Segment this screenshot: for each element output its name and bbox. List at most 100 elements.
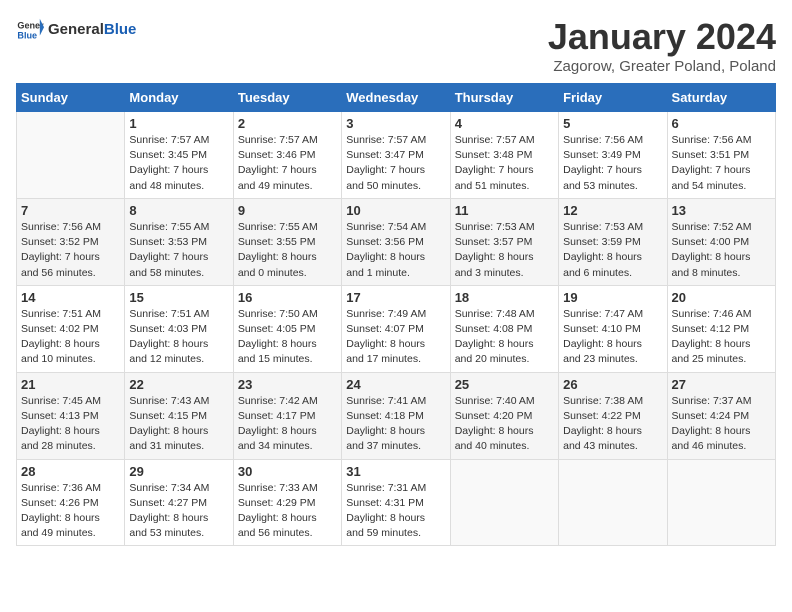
calendar-cell: 10 Sunrise: 7:54 AM Sunset: 3:56 PM Dayli… xyxy=(342,198,450,285)
day-info: Sunrise: 7:50 AM Sunset: 4:05 PM Dayligh… xyxy=(238,307,337,368)
day-number: 27 xyxy=(672,377,771,392)
calendar-cell: 26 Sunrise: 7:38 AM Sunset: 4:22 PM Dayli… xyxy=(559,372,667,459)
day-number: 13 xyxy=(672,203,771,218)
day-info: Sunrise: 7:53 AM Sunset: 3:59 PM Dayligh… xyxy=(563,220,662,281)
calendar-week-2: 7Sunrise: 7:56 AM Sunset: 3:52 PM Daylig… xyxy=(17,198,776,285)
day-number: 23 xyxy=(238,377,337,392)
calendar-cell: 8Sunrise: 7:55 AM Sunset: 3:53 PM Daylig… xyxy=(125,198,233,285)
day-info: Sunrise: 7:45 AM Sunset: 4:13 PM Dayligh… xyxy=(21,394,120,455)
calendar-cell: 6 Sunrise: 7:56 AM Sunset: 3:51 PM Daylig… xyxy=(667,112,775,199)
day-info: Sunrise: 7:52 AM Sunset: 4:00 PM Dayligh… xyxy=(672,220,771,281)
calendar-cell xyxy=(667,459,775,546)
calendar-cell: 22 Sunrise: 7:43 AM Sunset: 4:15 PM Dayli… xyxy=(125,372,233,459)
calendar-cell: 9 Sunrise: 7:55 AM Sunset: 3:55 PM Daylig… xyxy=(233,198,341,285)
day-info: Sunrise: 7:56 AM Sunset: 3:51 PM Dayligh… xyxy=(672,133,771,194)
calendar-cell: 24 Sunrise: 7:41 AM Sunset: 4:18 PM Dayli… xyxy=(342,372,450,459)
day-number: 10 xyxy=(346,203,445,218)
calendar-cell: 1 Sunrise: 7:57 AM Sunset: 3:45 PM Daylig… xyxy=(125,112,233,199)
header-wednesday: Wednesday xyxy=(342,84,450,112)
day-number: 31 xyxy=(346,464,445,479)
day-number: 25 xyxy=(455,377,554,392)
calendar-cell: 18Sunrise: 7:48 AM Sunset: 4:08 PM Dayli… xyxy=(450,285,558,372)
calendar-table: SundayMondayTuesdayWednesdayThursdayFrid… xyxy=(16,83,776,546)
calendar-week-5: 28 Sunrise: 7:36 AM Sunset: 4:26 PM Dayli… xyxy=(17,459,776,546)
day-number: 7 xyxy=(21,203,120,218)
calendar-cell: 21 Sunrise: 7:45 AM Sunset: 4:13 PM Dayli… xyxy=(17,372,125,459)
day-info: Sunrise: 7:36 AM Sunset: 4:26 PM Dayligh… xyxy=(21,481,120,542)
calendar-cell: 19Sunrise: 7:47 AM Sunset: 4:10 PM Dayli… xyxy=(559,285,667,372)
day-number: 21 xyxy=(21,377,120,392)
day-info: Sunrise: 7:31 AM Sunset: 4:31 PM Dayligh… xyxy=(346,481,445,542)
calendar-cell: 15 Sunrise: 7:51 AM Sunset: 4:03 PM Dayli… xyxy=(125,285,233,372)
day-info: Sunrise: 7:55 AM Sunset: 3:55 PM Dayligh… xyxy=(238,220,337,281)
day-number: 5 xyxy=(563,116,662,131)
subtitle: Zagorow, Greater Poland, Poland xyxy=(548,58,776,75)
calendar-cell: 2 Sunrise: 7:57 AM Sunset: 3:46 PM Daylig… xyxy=(233,112,341,199)
header-thursday: Thursday xyxy=(450,84,558,112)
calendar-cell: 28 Sunrise: 7:36 AM Sunset: 4:26 PM Dayli… xyxy=(17,459,125,546)
calendar-cell: 12Sunrise: 7:53 AM Sunset: 3:59 PM Dayli… xyxy=(559,198,667,285)
svg-text:Blue: Blue xyxy=(17,30,37,40)
day-number: 19 xyxy=(563,290,662,305)
calendar-header-row: SundayMondayTuesdayWednesdayThursdayFrid… xyxy=(17,84,776,112)
calendar-cell: 29Sunrise: 7:34 AM Sunset: 4:27 PM Dayli… xyxy=(125,459,233,546)
calendar-cell xyxy=(17,112,125,199)
day-number: 28 xyxy=(21,464,120,479)
day-number: 11 xyxy=(455,203,554,218)
day-info: Sunrise: 7:55 AM Sunset: 3:53 PM Dayligh… xyxy=(129,220,228,281)
calendar-cell: 11 Sunrise: 7:53 AM Sunset: 3:57 PM Dayli… xyxy=(450,198,558,285)
calendar-cell: 27Sunrise: 7:37 AM Sunset: 4:24 PM Dayli… xyxy=(667,372,775,459)
calendar-cell: 30 Sunrise: 7:33 AM Sunset: 4:29 PM Dayli… xyxy=(233,459,341,546)
logo: General Blue General Blue xyxy=(16,16,136,44)
day-info: Sunrise: 7:57 AM Sunset: 3:45 PM Dayligh… xyxy=(129,133,228,194)
day-number: 9 xyxy=(238,203,337,218)
day-info: Sunrise: 7:57 AM Sunset: 3:46 PM Dayligh… xyxy=(238,133,337,194)
day-info: Sunrise: 7:51 AM Sunset: 4:03 PM Dayligh… xyxy=(129,307,228,368)
day-number: 24 xyxy=(346,377,445,392)
day-number: 15 xyxy=(129,290,228,305)
page-header: General Blue General Blue January 2024 Za… xyxy=(16,16,776,75)
header-sunday: Sunday xyxy=(17,84,125,112)
day-info: Sunrise: 7:38 AM Sunset: 4:22 PM Dayligh… xyxy=(563,394,662,455)
calendar-cell: 16 Sunrise: 7:50 AM Sunset: 4:05 PM Dayli… xyxy=(233,285,341,372)
calendar-week-3: 14 Sunrise: 7:51 AM Sunset: 4:02 PM Dayli… xyxy=(17,285,776,372)
calendar-cell: 31 Sunrise: 7:31 AM Sunset: 4:31 PM Dayli… xyxy=(342,459,450,546)
header-friday: Friday xyxy=(559,84,667,112)
day-info: Sunrise: 7:54 AM Sunset: 3:56 PM Dayligh… xyxy=(346,220,445,281)
day-number: 2 xyxy=(238,116,337,131)
day-info: Sunrise: 7:33 AM Sunset: 4:29 PM Dayligh… xyxy=(238,481,337,542)
day-info: Sunrise: 7:43 AM Sunset: 4:15 PM Dayligh… xyxy=(129,394,228,455)
logo-general: General xyxy=(48,21,104,38)
calendar-cell: 4Sunrise: 7:57 AM Sunset: 3:48 PM Daylig… xyxy=(450,112,558,199)
calendar-cell: 13 Sunrise: 7:52 AM Sunset: 4:00 PM Dayli… xyxy=(667,198,775,285)
day-number: 14 xyxy=(21,290,120,305)
calendar-week-1: 1 Sunrise: 7:57 AM Sunset: 3:45 PM Daylig… xyxy=(17,112,776,199)
day-info: Sunrise: 7:51 AM Sunset: 4:02 PM Dayligh… xyxy=(21,307,120,368)
day-info: Sunrise: 7:48 AM Sunset: 4:08 PM Dayligh… xyxy=(455,307,554,368)
calendar-cell: 14 Sunrise: 7:51 AM Sunset: 4:02 PM Dayli… xyxy=(17,285,125,372)
day-number: 6 xyxy=(672,116,771,131)
calendar-cell: 25 Sunrise: 7:40 AM Sunset: 4:20 PM Dayli… xyxy=(450,372,558,459)
day-info: Sunrise: 7:53 AM Sunset: 3:57 PM Dayligh… xyxy=(455,220,554,281)
calendar-cell: 5 Sunrise: 7:56 AM Sunset: 3:49 PM Daylig… xyxy=(559,112,667,199)
day-number: 1 xyxy=(129,116,228,131)
logo-icon: General Blue xyxy=(16,16,44,44)
day-number: 26 xyxy=(563,377,662,392)
day-info: Sunrise: 7:41 AM Sunset: 4:18 PM Dayligh… xyxy=(346,394,445,455)
header-tuesday: Tuesday xyxy=(233,84,341,112)
title-block: January 2024 Zagorow, Greater Poland, Po… xyxy=(548,16,776,75)
header-monday: Monday xyxy=(125,84,233,112)
main-title: January 2024 xyxy=(548,16,776,58)
day-number: 29 xyxy=(129,464,228,479)
header-saturday: Saturday xyxy=(667,84,775,112)
day-number: 30 xyxy=(238,464,337,479)
day-number: 20 xyxy=(672,290,771,305)
day-number: 4 xyxy=(455,116,554,131)
calendar-cell: 20Sunrise: 7:46 AM Sunset: 4:12 PM Dayli… xyxy=(667,285,775,372)
calendar-cell xyxy=(559,459,667,546)
day-info: Sunrise: 7:56 AM Sunset: 3:49 PM Dayligh… xyxy=(563,133,662,194)
calendar-cell: 7Sunrise: 7:56 AM Sunset: 3:52 PM Daylig… xyxy=(17,198,125,285)
day-info: Sunrise: 7:40 AM Sunset: 4:20 PM Dayligh… xyxy=(455,394,554,455)
day-number: 22 xyxy=(129,377,228,392)
day-number: 16 xyxy=(238,290,337,305)
